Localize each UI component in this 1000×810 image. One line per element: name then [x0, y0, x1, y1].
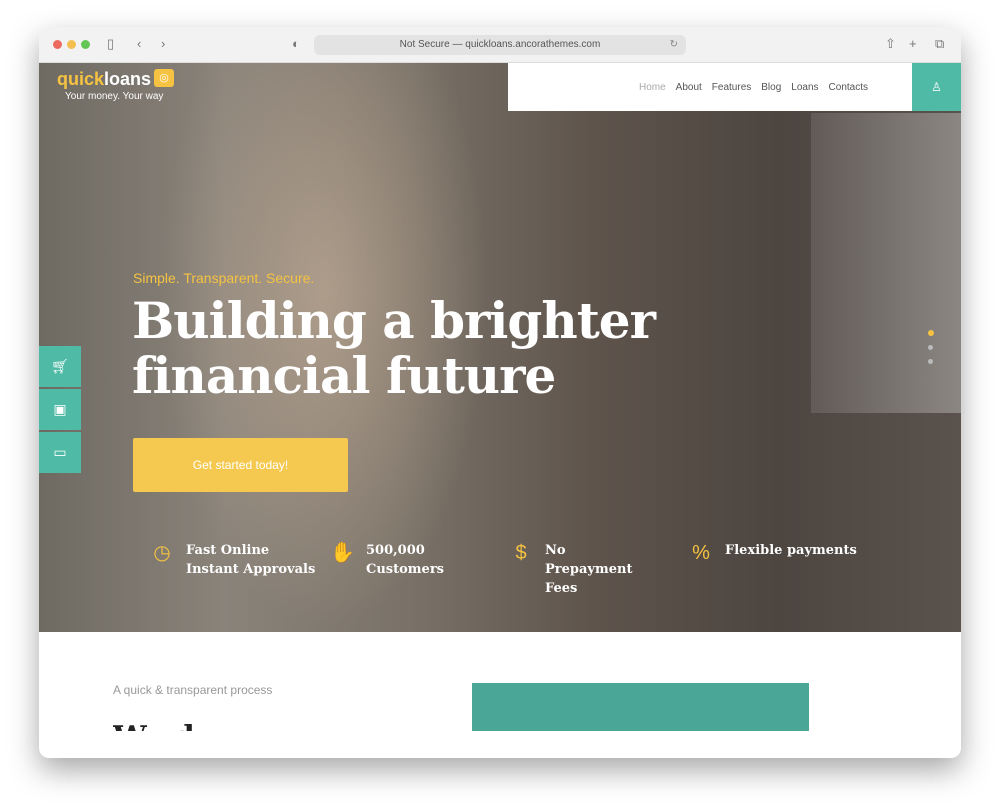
user-account-button[interactable]: ♙	[912, 63, 961, 111]
sidebar-icon[interactable]: ▯	[107, 36, 114, 52]
user-icon: ♙	[931, 80, 942, 94]
feature-item: ✋ 500,000 Customers	[330, 541, 496, 579]
slider-dot[interactable]	[928, 359, 933, 364]
nav-blog[interactable]: Blog	[761, 82, 781, 93]
nav-features[interactable]: Features	[712, 82, 751, 93]
browser-toolbar: ▯ ‹ › ◐ Not Secure — quickloans.ancorath…	[39, 27, 961, 63]
url-text: Not Secure — quickloans.ancorathemes.com	[399, 39, 601, 50]
reload-icon[interactable]: ↻	[670, 35, 678, 55]
logo-loans: loans	[104, 69, 152, 89]
forward-icon[interactable]: ›	[161, 36, 165, 51]
feature-label: Flexible payments	[725, 543, 857, 558]
cart-icon: 🛒︎	[51, 358, 69, 374]
logo-badge-icon: ◎	[154, 69, 175, 87]
logo[interactable]: quickloans ◎ Your money. Your way	[57, 69, 175, 102]
teal-panel	[472, 683, 809, 731]
hero-eyebrow: Simple. Transparent. Secure.	[133, 270, 315, 286]
image-icon: ▣	[53, 401, 67, 417]
hero-section: quickloans ◎ Your money. Your way Home Ab…	[39, 63, 961, 632]
clock-icon: ◷	[153, 542, 171, 564]
feature-item: % Flexible payments	[689, 541, 865, 565]
minimize-window-button[interactable]	[67, 40, 76, 49]
new-tab-icon[interactable]: +	[909, 36, 917, 51]
window-button[interactable]: ▭	[39, 432, 81, 473]
cart-button[interactable]: 🛒︎	[39, 346, 81, 387]
feature-item: $ No Prepayment Fees	[509, 541, 655, 598]
hero-title-line1: Building a brighter	[132, 291, 656, 350]
slider-dot-active[interactable]	[928, 330, 934, 336]
shield-icon: ◐	[292, 36, 300, 51]
logo-tagline: Your money. Your way	[65, 91, 164, 102]
feature-label: Fast Online Instant Approvals	[186, 543, 316, 577]
handshake-icon: ✋	[330, 542, 355, 564]
close-window-button[interactable]	[53, 40, 62, 49]
maximize-window-button[interactable]	[81, 40, 90, 49]
logo-quick: quick	[57, 69, 105, 89]
feature-item: ◷ Fast Online Instant Approvals	[150, 541, 316, 579]
tabs-overview-icon[interactable]: ⧉	[935, 36, 944, 52]
nav-about[interactable]: About	[676, 82, 702, 93]
section-subtitle: A quick & transparent process	[113, 683, 273, 697]
nav-loans[interactable]: Loans	[791, 82, 818, 93]
hero-title-line2: financial future	[132, 346, 556, 405]
browser-window-icon: ▭	[53, 444, 67, 460]
browser-window: ▯ ‹ › ◐ Not Secure — quickloans.ancorath…	[39, 27, 961, 758]
slider-dot[interactable]	[928, 345, 933, 350]
gallery-button[interactable]: ▣	[39, 389, 81, 430]
hero-title: Building a brighter financial future	[132, 291, 656, 405]
get-started-button[interactable]: Get started today!	[133, 438, 348, 492]
share-icon[interactable]: ⇧	[885, 36, 896, 52]
nav-contacts[interactable]: Contacts	[829, 82, 868, 93]
feature-label: 500,000 Customers	[366, 543, 444, 577]
main-nav: Home About Features Blog Loans Contacts	[508, 63, 912, 111]
back-icon[interactable]: ‹	[137, 36, 141, 51]
address-bar[interactable]: Not Secure — quickloans.ancorathemes.com…	[314, 35, 686, 55]
percent-document-icon: %	[692, 542, 710, 564]
dollar-coin-icon: $	[515, 542, 527, 564]
feature-label: No Prepayment Fees	[545, 543, 633, 596]
nav-home[interactable]: Home	[639, 82, 666, 93]
section-heading: We do	[113, 720, 215, 731]
